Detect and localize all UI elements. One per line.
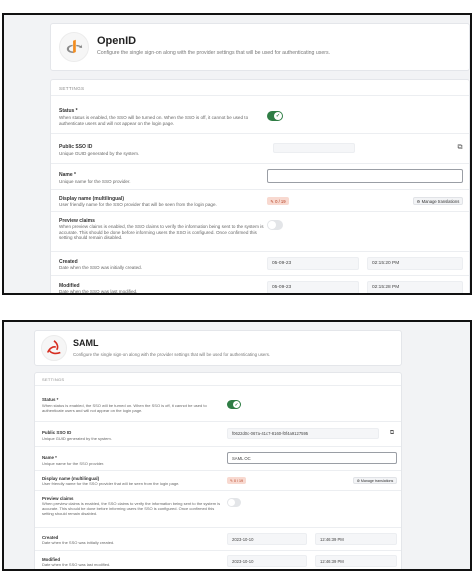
display-name-row: Display name (multilingual) User friendl… — [51, 190, 469, 212]
created-date: 05-09-23 — [267, 257, 359, 270]
display-name-row: Display name (multilingual) User friendl… — [35, 471, 401, 491]
name-row: Name * Unique name for the SSO provider. — [51, 164, 469, 190]
modified-help: Date when the SSO was last modified. — [42, 562, 111, 567]
saml-header-card: SAML Configure the single sign-on along … — [34, 330, 402, 366]
preview-claims-toggle[interactable] — [227, 498, 241, 507]
name-help: Unique name for the SSO provider. — [59, 179, 131, 184]
public-sso-id-field: f0622d0c-067a-41c7-8160-f0f4a9127595 — [227, 428, 379, 439]
modified-row: Modified Date when the SSO was last modi… — [51, 276, 469, 294]
preview-claims-toggle[interactable] — [267, 220, 283, 230]
copy-icon[interactable]: ⧉ — [455, 143, 465, 153]
section-label: SETTINGS — [51, 80, 469, 96]
modified-row: Modified Date when the SSO was last modi… — [35, 551, 401, 569]
manage-translations-button[interactable]: ⚙ Manage translations — [353, 477, 397, 484]
public-sso-id-field — [273, 143, 355, 153]
translations-badge: ✎ 0 / 19 — [227, 477, 246, 484]
openid-header-card: OpenID Configure the single sign-on alon… — [50, 23, 470, 71]
page-title: SAML — [73, 338, 99, 348]
public-sso-id-label: Public SSO ID — [42, 430, 72, 435]
status-row: Status * When status is enabled, the SSO… — [35, 386, 401, 422]
display-name-help: User friendly name for the SSO provider … — [59, 202, 217, 207]
manage-translations-button[interactable]: ⚙ Manage translations — [413, 197, 463, 205]
created-help: Date when the SSO was initially created. — [42, 540, 115, 545]
check-icon: ✓ — [274, 112, 282, 120]
saml-screenshot: SAML Configure the single sign-on along … — [2, 320, 472, 571]
name-input[interactable]: SAML OC — [227, 452, 397, 464]
settings-panel: SETTINGS Status * When status is enabled… — [34, 372, 402, 569]
page-description: Configure the single sign-on along with … — [73, 352, 271, 357]
status-help: When status is enabled, the SSO will be … — [59, 115, 249, 126]
display-name-help: User friendly name for the SSO provider … — [42, 481, 180, 486]
openid-logo-icon — [59, 32, 89, 62]
created-row: Created Date when the SSO was initially … — [51, 252, 469, 276]
name-input[interactable] — [267, 169, 463, 183]
saml-logo-icon — [41, 335, 67, 361]
public-sso-id-help: Unique GUID generated by the system. — [42, 436, 112, 441]
name-label: Name * — [59, 172, 76, 178]
page-title: OpenID — [97, 35, 137, 47]
status-label: Status * — [42, 397, 59, 402]
status-toggle[interactable]: ✓ — [227, 400, 241, 409]
check-icon: ✓ — [233, 401, 240, 408]
public-sso-id-row: Public SSO ID Unique GUID generated by t… — [35, 422, 401, 447]
public-sso-id-row: Public SSO ID Unique GUID generated by t… — [51, 134, 469, 164]
status-label: Status * — [59, 108, 78, 114]
name-row: Name * Unique name for the SSO provider.… — [35, 447, 401, 471]
modified-help: Date when the SSO was last modified. — [59, 289, 138, 294]
status-help: When status is enabled, the SSO will be … — [42, 403, 207, 413]
preview-claims-help: When preview claims is enabled, the SSO … — [42, 501, 221, 516]
preview-claims-help: When preview claims is enabled, the SSO … — [59, 224, 264, 241]
created-date: 2023-10-10 — [227, 533, 307, 545]
copy-icon[interactable]: ⧉ — [387, 428, 397, 438]
created-time: 12:46:39 PM — [315, 533, 397, 545]
name-label: Name * — [42, 455, 57, 460]
translations-badge: ✎ 0 / 19 — [267, 197, 289, 205]
created-row: Created Date when the SSO was initially … — [35, 528, 401, 551]
created-help: Date when the SSO was initially created. — [59, 265, 142, 270]
public-sso-id-label: Public SSO ID — [59, 144, 93, 150]
modified-date: 05-09-23 — [267, 281, 359, 293]
preview-claims-row: Preview claims When preview claims is en… — [51, 212, 469, 252]
section-label: SETTINGS — [35, 373, 401, 386]
name-help: Unique name for the SSO provider. — [42, 461, 105, 466]
modified-date: 2023-10-10 — [227, 555, 307, 567]
created-time: 02:15:20 PM — [367, 257, 463, 270]
openid-screenshot: OpenID Configure the single sign-on alon… — [2, 13, 472, 295]
status-row: Status * When status is enabled, the SSO… — [51, 96, 469, 134]
settings-panel: SETTINGS Status * When status is enabled… — [50, 79, 470, 294]
page-description: Configure the single sign-on along with … — [97, 50, 330, 56]
public-sso-id-help: Unique GUID generated by the system. — [59, 151, 140, 156]
preview-claims-row: Preview claims When preview claims is en… — [35, 491, 401, 528]
status-toggle[interactable]: ✓ — [267, 111, 283, 121]
modified-time: 02:15:28 PM — [367, 281, 463, 293]
modified-time: 12:46:39 PM — [315, 555, 397, 567]
